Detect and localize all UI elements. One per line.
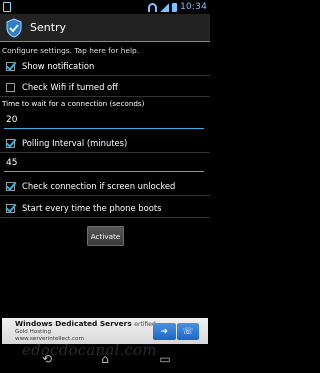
wait-time-label: Time to wait for a connection (seconds) [2,99,145,108]
ad-line2: Gold Hosting [15,329,52,335]
start-boot-checkbox[interactable] [6,204,15,213]
check-unlocked-label: Check connection if screen unlocked [22,181,176,191]
watermark: edocdocanal.com [22,341,157,359]
status-bar: 10:34 [0,0,210,14]
show-notification-label: Show notification [22,61,95,71]
app-title: Sentry [30,21,67,34]
start-boot-row[interactable]: Start every time the phone boots [0,200,210,218]
polling-interval-label: Polling Interval (minutes) [22,138,128,148]
polling-interval-row[interactable]: Polling Interval (minutes) [0,135,210,153]
ad-title: Windows Dedicated Servers ertified [15,319,156,328]
action-bar: Sentry [0,14,210,42]
signal-icon [160,2,170,12]
check-wifi-checkbox[interactable] [6,83,15,92]
wait-time-value: 20 [6,115,18,125]
recent-apps-icon[interactable]: ▭ [156,352,174,368]
battery-icon [172,2,178,12]
check-unlocked-checkbox[interactable] [6,182,15,191]
ad-phone-button[interactable]: ☏ [176,323,199,340]
start-boot-label: Start every time the phone boots [22,203,162,213]
polling-interval-value: 45 [6,158,18,168]
show-notification-row[interactable]: Show notification [0,58,210,76]
polling-interval-checkbox[interactable] [6,139,15,148]
polling-interval-input[interactable]: 45 [4,156,204,172]
help-hint[interactable]: Configure settings. Tap here for help. [2,46,139,55]
status-time: 10:34 [180,2,207,12]
check-unlocked-row[interactable]: Check connection if screen unlocked [0,178,210,196]
wait-time-input[interactable]: 20 [4,113,204,129]
shield-icon[interactable] [5,18,23,38]
check-wifi-row[interactable]: Check Wifi if turned off [0,79,210,97]
notification-icon [3,2,11,12]
ad-buttons: ➜ ☏ [153,323,199,340]
show-notification-checkbox[interactable] [6,62,15,71]
wifi-icon [148,2,158,12]
ad-title-text: Windows Dedicated Servers [15,319,132,328]
check-wifi-label: Check Wifi if turned off [22,82,118,92]
activate-button[interactable]: Activate [87,226,124,246]
ad-arrow-button[interactable]: ➜ [153,323,176,340]
